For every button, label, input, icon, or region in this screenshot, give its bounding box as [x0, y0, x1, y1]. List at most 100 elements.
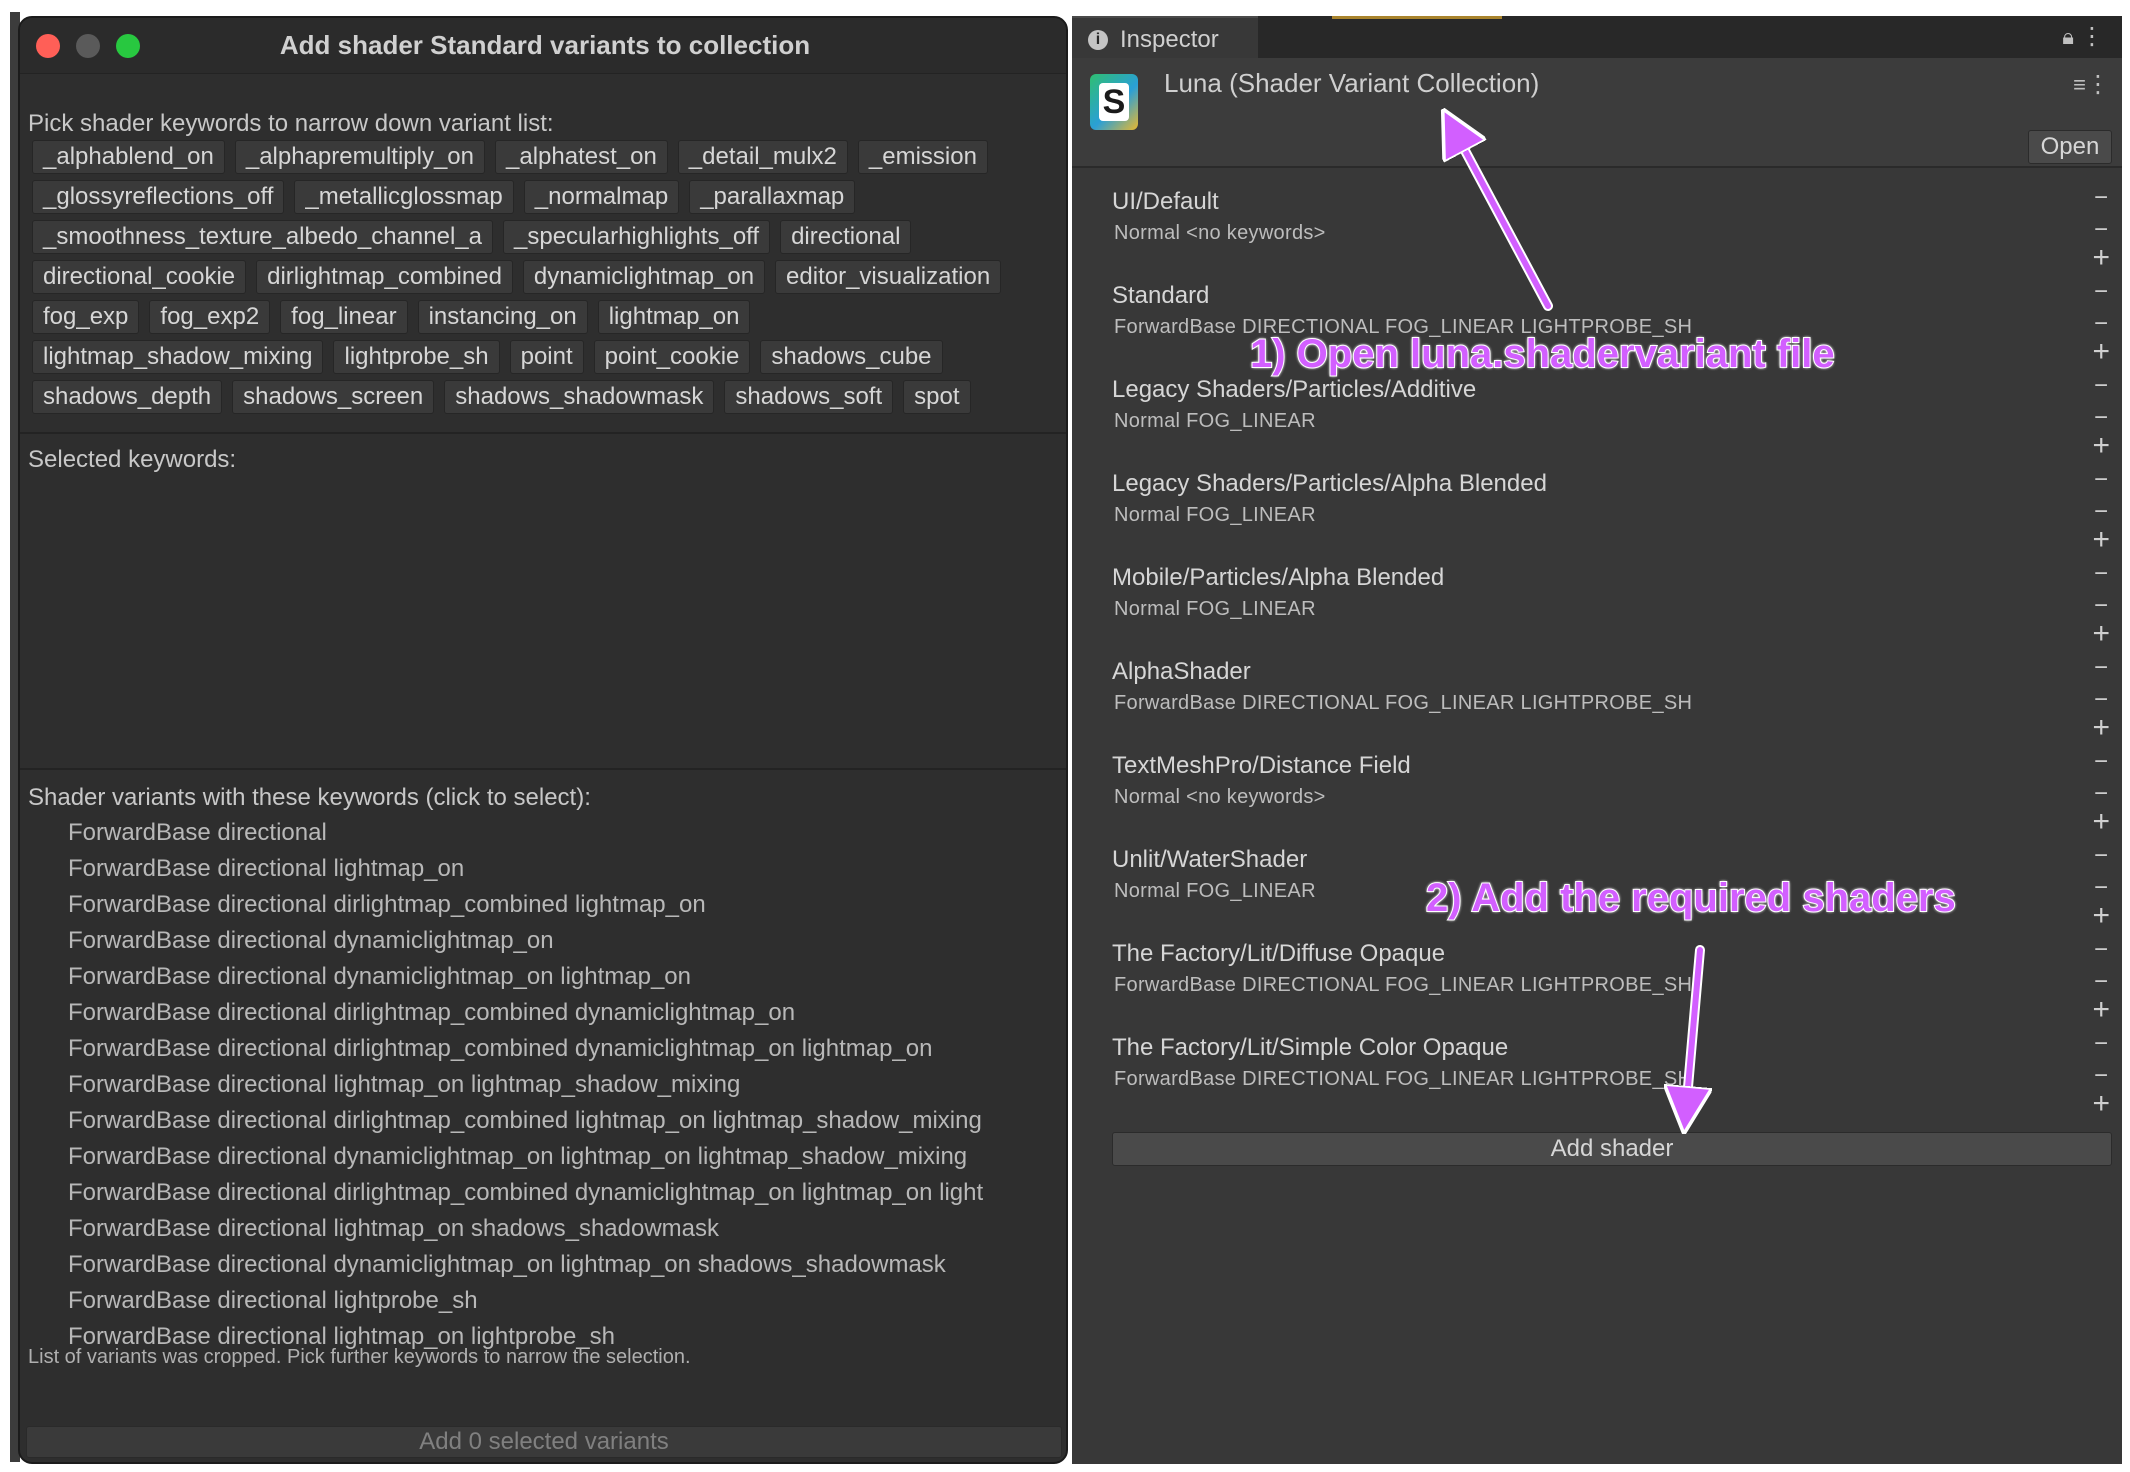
- keyword-chip[interactable]: fog_exp2: [149, 300, 271, 334]
- remove-shader-button[interactable]: −: [2094, 656, 2108, 680]
- keyword-chip[interactable]: directional_cookie: [32, 260, 247, 294]
- add-variant-button[interactable]: +: [2092, 619, 2110, 649]
- add-variant-button[interactable]: +: [2092, 995, 2110, 1025]
- add-variant-button[interactable]: +: [2092, 243, 2110, 273]
- remove-variant-button[interactable]: −: [2094, 594, 2108, 618]
- shader-variant-text: Normal <no keywords>: [1114, 222, 1326, 244]
- shader-name: Legacy Shaders/Particles/Alpha Blended: [1112, 470, 1547, 497]
- keyword-chip[interactable]: point: [509, 340, 584, 374]
- keyword-chip[interactable]: shadows_soft: [724, 380, 894, 414]
- remove-shader-button[interactable]: −: [2094, 844, 2108, 868]
- variant-item[interactable]: ForwardBase directional lightmap_on: [68, 852, 1058, 888]
- remove-variant-button[interactable]: −: [2094, 312, 2108, 336]
- remove-variant-button[interactable]: −: [2094, 876, 2108, 900]
- shader-variant-text: Normal FOG_LINEAR: [1114, 504, 1316, 526]
- pick-keywords-label: Pick shader keywords to narrow down vari…: [28, 110, 554, 137]
- add-variant-button[interactable]: +: [2092, 525, 2110, 555]
- remove-shader-button[interactable]: −: [2094, 562, 2108, 586]
- variant-item[interactable]: ForwardBase directional: [68, 816, 1058, 852]
- inspector-panel: i Inspector 🔒︎ ⋮ S Luna (Shader Variant …: [1072, 16, 2122, 1464]
- add-shader-button[interactable]: Add shader: [1112, 1132, 2112, 1166]
- keyword-chip[interactable]: _alphatest_on: [495, 140, 668, 174]
- keyword-chip[interactable]: editor_visualization: [775, 260, 1002, 294]
- keyword-chip[interactable]: shadows_shadowmask: [444, 380, 715, 414]
- keyword-chip[interactable]: fog_exp: [32, 300, 140, 334]
- remove-shader-button[interactable]: −: [2094, 468, 2108, 492]
- variant-item[interactable]: ForwardBase directional dynamiclightmap_…: [68, 960, 1058, 996]
- variant-item[interactable]: ForwardBase directional lightmap_on shad…: [68, 1212, 1058, 1248]
- keyword-chip[interactable]: _parallaxmap: [689, 180, 856, 214]
- keyword-chip[interactable]: lightprobe_sh: [333, 340, 500, 374]
- keyword-chip[interactable]: _alphablend_on: [32, 140, 225, 174]
- remove-variant-button[interactable]: −: [2094, 406, 2108, 430]
- keyword-chip[interactable]: _detail_mulx2: [677, 140, 848, 174]
- keyword-chip[interactable]: shadows_cube: [760, 340, 943, 374]
- variant-item[interactable]: ForwardBase directional dynamiclightmap_…: [68, 1140, 1058, 1176]
- shader-name: UI/Default: [1112, 188, 1219, 215]
- keyword-chip[interactable]: dynamiclightmap_on: [522, 260, 766, 294]
- add-variant-button[interactable]: +: [2092, 901, 2110, 931]
- variant-item[interactable]: ForwardBase directional dynamiclightmap_…: [68, 1248, 1058, 1284]
- add-variant-button[interactable]: +: [2092, 1089, 2110, 1119]
- remove-variant-button[interactable]: −: [2094, 500, 2108, 524]
- variant-item[interactable]: ForwardBase directional dirlightmap_comb…: [68, 1032, 1058, 1068]
- annotation-step-1: 1) Open luna.shadervariant file: [1249, 331, 1836, 377]
- keyword-chip[interactable]: shadows_screen: [232, 380, 435, 414]
- remove-shader-button[interactable]: −: [2094, 1032, 2108, 1056]
- keyword-row: fog_exp fog_exp2 fog_linear instancing_on li…: [32, 300, 1066, 336]
- remove-shader-button[interactable]: −: [2094, 186, 2108, 210]
- shader-name: TextMeshPro/Distance Field: [1112, 752, 1411, 779]
- remove-shader-button[interactable]: −: [2094, 938, 2108, 962]
- add-variant-button[interactable]: +: [2092, 337, 2110, 367]
- remove-variant-button[interactable]: −: [2094, 782, 2108, 806]
- keyword-chip[interactable]: _glossyreflections_off: [32, 180, 285, 214]
- add-selected-variants-button[interactable]: Add 0 selected variants: [26, 1426, 1062, 1458]
- selected-keywords-label: Selected keywords:: [28, 446, 237, 473]
- shader-name: Standard: [1112, 282, 1210, 309]
- keyword-chip[interactable]: _emission: [857, 140, 988, 174]
- open-button[interactable]: Open: [2028, 130, 2112, 164]
- variant-item[interactable]: ForwardBase directional dirlightmap_comb…: [68, 1176, 1058, 1212]
- variant-item[interactable]: ForwardBase directional lightmap_on ligh…: [68, 1068, 1058, 1104]
- asset-header: S Luna (Shader Variant Collection) ≡ ⋮ O…: [1072, 58, 2122, 168]
- keyword-chip[interactable]: directional: [780, 220, 912, 254]
- keyword-chip[interactable]: lightmap_shadow_mixing: [32, 340, 324, 374]
- remove-variant-button[interactable]: −: [2094, 218, 2108, 242]
- variant-item[interactable]: ForwardBase directional dirlightmap_comb…: [68, 888, 1058, 924]
- keyword-chip[interactable]: shadows_depth: [32, 380, 223, 414]
- variant-item[interactable]: ForwardBase directional dirlightmap_comb…: [68, 996, 1058, 1032]
- tab-inspector[interactable]: i Inspector: [1072, 16, 1258, 58]
- kebab-menu-icon[interactable]: ⋮: [2080, 22, 2104, 51]
- keyword-chip[interactable]: lightmap_on: [597, 300, 751, 334]
- shader-variant-text: Normal FOG_LINEAR: [1114, 410, 1316, 432]
- settings-sliders-icon[interactable]: ≡: [2073, 72, 2086, 98]
- add-variant-button[interactable]: +: [2092, 431, 2110, 461]
- keyword-chip[interactable]: _normalmap: [523, 180, 680, 214]
- variant-item[interactable]: ForwardBase directional dirlightmap_comb…: [68, 1104, 1058, 1140]
- shader-name: AlphaShader: [1112, 658, 1251, 685]
- variant-item[interactable]: ForwardBase directional dynamiclightmap_…: [68, 924, 1058, 960]
- remove-shader-button[interactable]: −: [2094, 750, 2108, 774]
- keyword-chip[interactable]: _specularhighlights_off: [503, 220, 771, 254]
- keyword-chip[interactable]: _alphapremultiply_on: [234, 140, 485, 174]
- remove-variant-button[interactable]: −: [2094, 688, 2108, 712]
- remove-variant-button[interactable]: −: [2094, 970, 2108, 994]
- annotation-step-2: 2) Add the required shaders: [1425, 875, 1957, 921]
- keyword-chip[interactable]: spot: [903, 380, 971, 414]
- remove-shader-button[interactable]: −: [2094, 374, 2108, 398]
- lock-icon[interactable]: 🔒︎: [2062, 24, 2074, 50]
- kebab-menu-icon[interactable]: ⋮: [2086, 70, 2110, 99]
- keyword-row: _alphablend_on _alphapremultiply_on _alpha…: [32, 140, 1066, 176]
- keyword-chip[interactable]: point_cookie: [593, 340, 751, 374]
- remove-shader-button[interactable]: −: [2094, 280, 2108, 304]
- keyword-chip[interactable]: fog_linear: [280, 300, 408, 334]
- add-variant-button[interactable]: +: [2092, 713, 2110, 743]
- keyword-chip[interactable]: _smoothness_texture_albedo_channel_a: [32, 220, 493, 254]
- add-variants-window: Add shader Standard variants to collecti…: [18, 16, 1068, 1464]
- remove-variant-button[interactable]: −: [2094, 1064, 2108, 1088]
- variant-item[interactable]: ForwardBase directional lightprobe_sh: [68, 1284, 1058, 1320]
- add-variant-button[interactable]: +: [2092, 807, 2110, 837]
- keyword-chip[interactable]: dirlightmap_combined: [256, 260, 513, 294]
- keyword-chip[interactable]: instancing_on: [417, 300, 588, 334]
- keyword-chip[interactable]: _metallicglossmap: [294, 180, 514, 214]
